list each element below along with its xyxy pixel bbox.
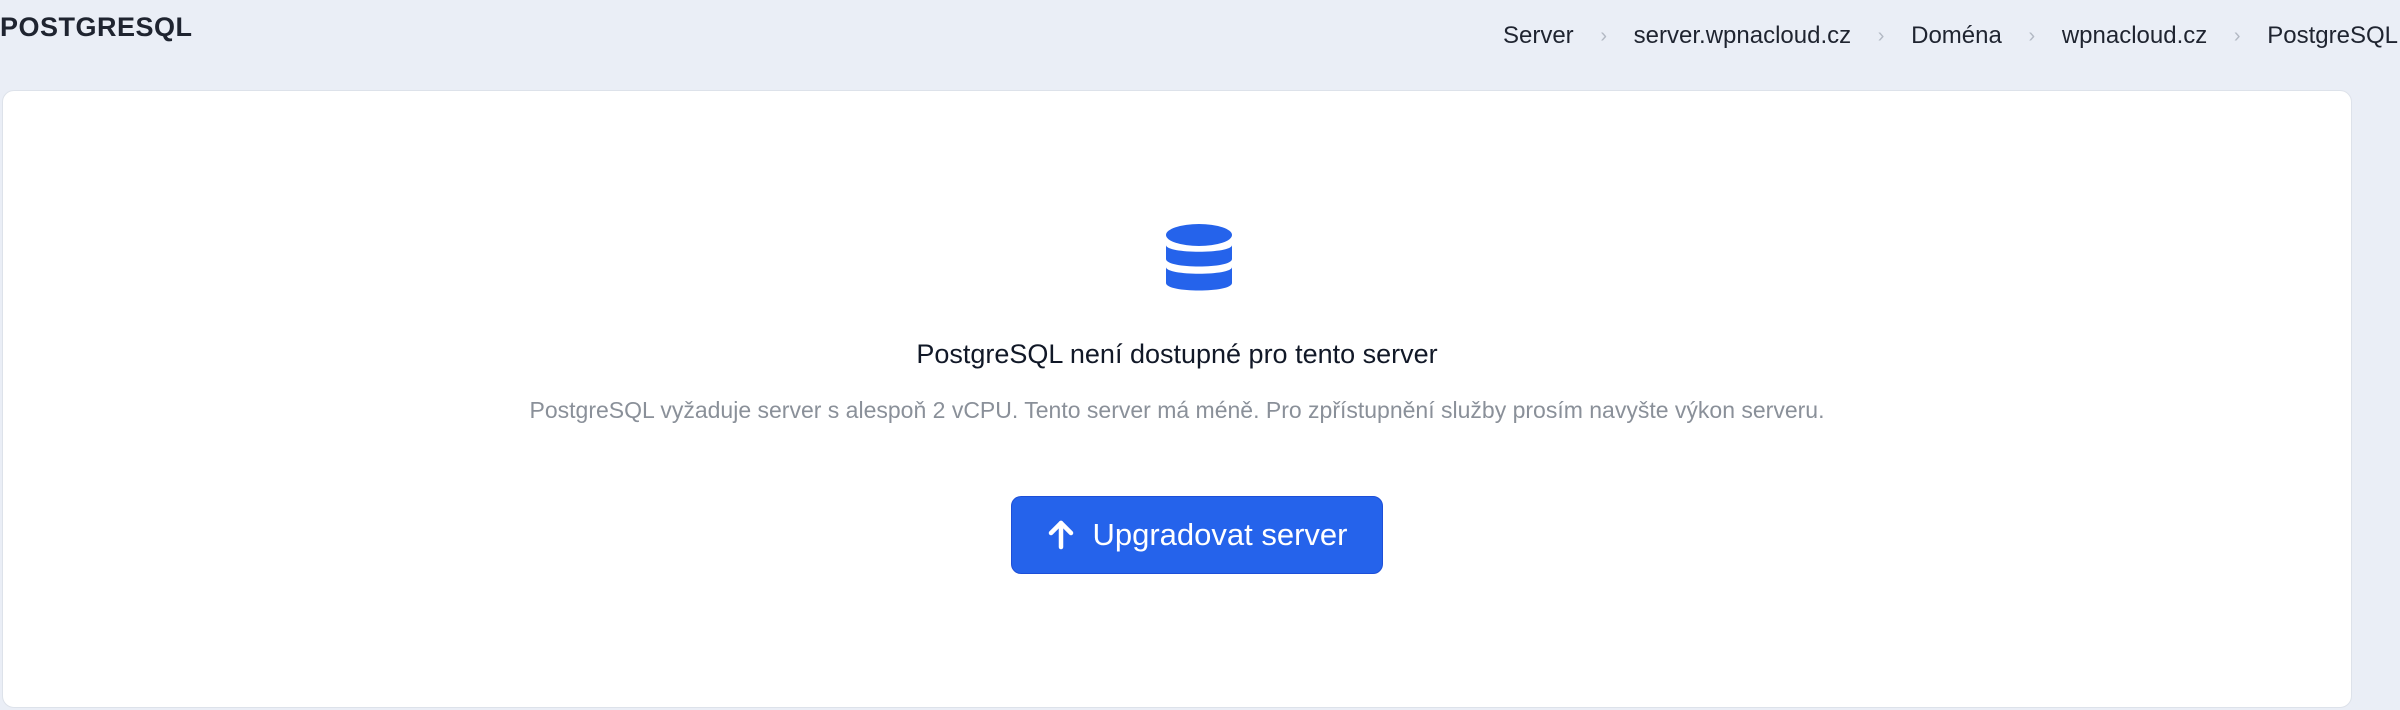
arrow-up-icon	[1049, 520, 1074, 550]
top-bar: POSTGRESQL Server › server.wpnacloud.cz …	[0, 0, 2400, 90]
breadcrumb: Server › server.wpnacloud.cz › Doména › …	[1503, 22, 2398, 50]
page-title: POSTGRESQL	[0, 12, 193, 42]
upgrade-server-button-label: Upgradovat server	[1092, 517, 1348, 552]
breadcrumb-item-current: PostgreSQL	[2267, 22, 2398, 49]
breadcrumb-separator-icon: ›	[2028, 24, 2036, 47]
content-card: PostgreSQL není dostupné pro tento serve…	[2, 90, 2352, 708]
empty-state: PostgreSQL není dostupné pro tento serve…	[3, 91, 2351, 707]
empty-state-description: PostgreSQL vyžaduje server s alespoň 2 v…	[529, 397, 1825, 423]
breadcrumb-item-server-host[interactable]: server.wpnacloud.cz	[1634, 22, 1851, 50]
empty-state-title: PostgreSQL není dostupné pro tento serve…	[916, 339, 1438, 369]
database-icon	[1166, 224, 1232, 291]
breadcrumb-item-domain[interactable]: Doména	[1911, 22, 2002, 50]
breadcrumb-item-domain-name[interactable]: wpnacloud.cz	[2062, 22, 2207, 50]
breadcrumb-separator-icon: ›	[1877, 24, 1885, 47]
breadcrumb-item-server[interactable]: Server	[1503, 22, 1574, 50]
upgrade-server-button[interactable]: Upgradovat server	[1011, 496, 1383, 574]
breadcrumb-separator-icon: ›	[2233, 24, 2241, 47]
breadcrumb-separator-icon: ›	[1600, 24, 1607, 47]
